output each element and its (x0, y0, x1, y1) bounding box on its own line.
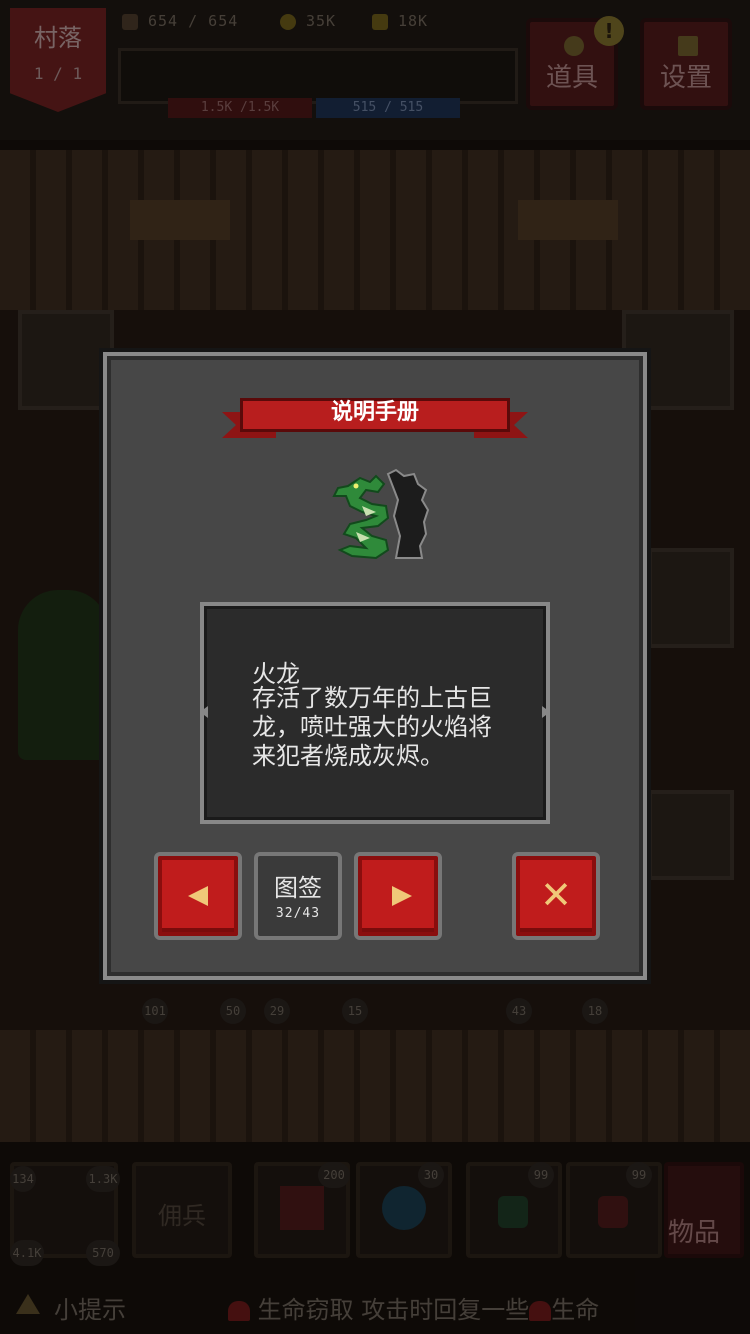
next-entry-button[interactable] (354, 852, 442, 940)
left-triangle-icon (188, 886, 208, 906)
codex-count: 32/43 (275, 906, 321, 921)
fire-dragon-sprite (332, 468, 430, 560)
description-right-notch (542, 706, 550, 718)
dialog-title: 说明手册 (330, 400, 419, 425)
codex-label: 图签 (274, 874, 322, 902)
codex-counter[interactable]: 图签 32/43 (254, 852, 342, 940)
description-left-notch (200, 706, 208, 718)
dragon-eye-shape (353, 483, 359, 489)
close-button[interactable]: ✕ (512, 852, 600, 940)
close-x-icon: ✕ (540, 873, 572, 917)
entry-description: 存活了数万年的上古巨龙，喷吐强大的火焰将来犯者烧成灰烬。 (252, 684, 492, 770)
previous-entry-button[interactable] (154, 852, 242, 940)
right-triangle-icon (392, 886, 412, 906)
dragon-wing-shape (386, 468, 430, 559)
dragon-body-shape (332, 474, 390, 560)
